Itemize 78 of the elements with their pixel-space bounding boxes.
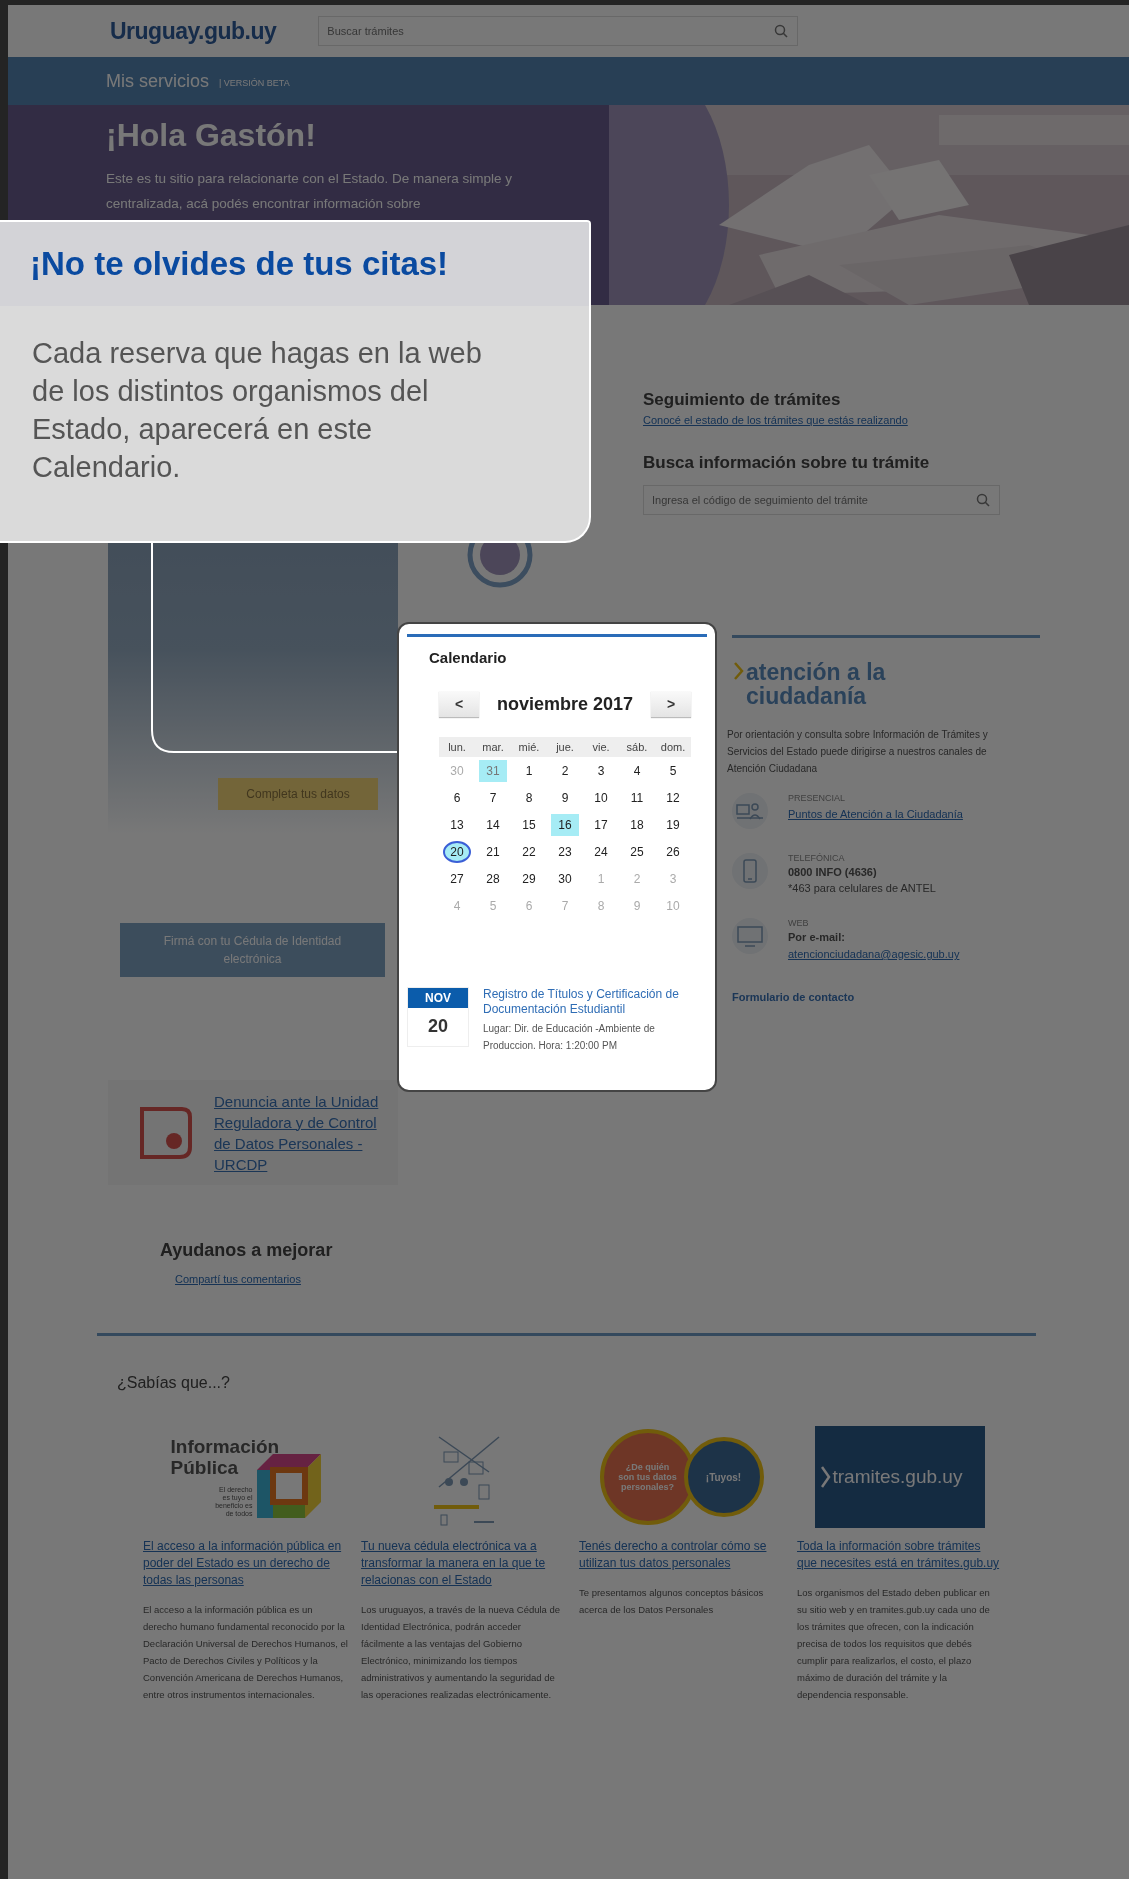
- cube-icon: [256, 1454, 321, 1518]
- calendar-day[interactable]: 16: [551, 813, 579, 836]
- calendar-day[interactable]: 20: [443, 840, 471, 863]
- logo-text: tramites.gub.uy: [832, 1466, 963, 1488]
- answer-bubble: ¡Tuyos!: [683, 1437, 764, 1517]
- calendar-day[interactable]: 17: [587, 813, 615, 836]
- article-text: Los organismos del Estado deben publicar en su sitio web y en tramites.gub.uy cada uno de los trámites que ofrecen, con la indicación precisa de todos los requisitos que debés cumplir para realizarlos, el costo, el plazo máximo de duración del trámite y la dependencia responsable.: [797, 1586, 991, 1702]
- calendar-day[interactable]: 2: [551, 759, 579, 782]
- article-text: Te presentamos algunos conceptos básicos acerca de los Datos Personales: [579, 1586, 765, 1617]
- calendar-day[interactable]: 25: [623, 840, 651, 863]
- appointment-link[interactable]: Registro de Títulos y Certificación de Documentación Estudiantil: [483, 987, 707, 1017]
- calendar-day[interactable]: 4: [623, 759, 651, 782]
- tracking-search-field[interactable]: Ingresa el código de seguimiento del trámite: [643, 485, 1000, 515]
- calendar-day[interactable]: 19: [659, 813, 687, 836]
- calendar-day[interactable]: 11: [623, 786, 651, 809]
- calendar-day[interactable]: 3: [587, 759, 615, 782]
- calendar-day[interactable]: 30: [551, 867, 579, 890]
- chevron-icon: [734, 662, 744, 680]
- calendar-day[interactable]: 10: [587, 786, 615, 809]
- previous-month-button[interactable]: <: [439, 691, 479, 717]
- calendar-day[interactable]: 21: [479, 840, 507, 863]
- calendar-day[interactable]: 8: [515, 786, 543, 809]
- weekday-label: lun.: [439, 737, 475, 757]
- channel-value: 0800 INFO (4636): [788, 866, 878, 878]
- calendar-day[interactable]: 29: [515, 867, 543, 890]
- calendar-day[interactable]: 26: [659, 840, 687, 863]
- version-label: | VERSIÓN BETA: [219, 78, 290, 88]
- calendar-day[interactable]: 6: [443, 786, 471, 809]
- greeting-title: ¡Hola Gastón!: [106, 117, 317, 154]
- next-month-button[interactable]: >: [651, 691, 691, 717]
- calendar-day[interactable]: 28: [479, 867, 507, 890]
- monitor-icon: [732, 918, 768, 954]
- tooltip-text: Cada reserva que hagas en la web de los distintos organismos del Estado, aparecerá en este Calendario.: [32, 336, 483, 485]
- calendar-title: Calendario: [407, 634, 707, 666]
- intro-text: Este es tu sitio para relacionarte con el Estado. De manera simple y centralizada, acá podés encontrar información sobre: [106, 170, 513, 213]
- article-text: Los uruguayos, a través de la nueva Cédula de Identidad Electrónica, podrán acceder fácilmente a las ventajas del Gobierno Electrónico, minimizando los tiempos administrativos y aumentando la seguridad de las operaciones realizadas electrónicamente.: [361, 1603, 562, 1702]
- attention-text: Por orientación y consulta sobre Información de Trámites y Servicios del Estado puede dirigirse a nuestros canales de Atención Ciudadana: [727, 728, 989, 776]
- chevron-icon: [820, 1466, 831, 1488]
- calendar-day[interactable]: 18: [623, 813, 651, 836]
- search-title: Busca información sobre tu trámite: [643, 453, 931, 473]
- appointment-detail: Lugar: Dir. de Educación -Ambiente de Produccion. Hora: 1:20:00 PM: [483, 1022, 656, 1053]
- calendar-day[interactable]: 9: [551, 786, 579, 809]
- attention-title: atención a la ciudadanía: [746, 660, 887, 708]
- people-icon: [732, 793, 768, 829]
- logo-title: Información Pública: [170, 1436, 281, 1478]
- date-day: 20: [408, 1008, 468, 1044]
- tooltip-title: ¡No te olvides de tus citas!: [30, 245, 449, 283]
- weekday-label: dom.: [655, 737, 691, 757]
- calendar-day[interactable]: 23: [551, 840, 579, 863]
- feedback-title: Ayudanos a mejorar: [160, 1240, 334, 1261]
- weekday-label: mié.: [511, 737, 547, 757]
- calendar-day[interactable]: 5: [659, 759, 687, 782]
- weekday-label: mar.: [475, 737, 511, 757]
- document-icon: [138, 1104, 194, 1161]
- calendar-day[interactable]: 7: [479, 786, 507, 809]
- calendar-day[interactable]: 15: [515, 813, 543, 836]
- calendar-day[interactable]: 1: [515, 759, 543, 782]
- section-title: ¿Sabías que...?: [117, 1374, 231, 1392]
- tracking-title: Seguimiento de trámites: [643, 390, 842, 410]
- channel-value: Por e-mail:: [788, 931, 846, 943]
- calendar-day[interactable]: 12: [659, 786, 687, 809]
- calendar-day[interactable]: 22: [515, 840, 543, 863]
- calendar-day[interactable]: 13: [443, 813, 471, 836]
- channel-note: *463 para celulares de ANTEL: [788, 882, 937, 894]
- article-text: El acceso a la información pública es un derecho humano fundamental reconocido por la Declaración Universal de Derechos Humanos, el Pacto de Derechos Civiles y Políticos y la Convención Americana de Derechos Humanos, entre otros instrumentos internacionales.: [143, 1603, 348, 1702]
- calendar-day[interactable]: 24: [587, 840, 615, 863]
- date-month: NOV: [408, 988, 468, 1008]
- weekday-label: jue.: [547, 737, 583, 757]
- search-icon: [774, 24, 789, 38]
- phone-icon: [732, 853, 768, 889]
- calendar-day[interactable]: 27: [443, 867, 471, 890]
- weekday-label: sáb.: [619, 737, 655, 757]
- search-field[interactable]: Buscar trámites: [318, 16, 799, 46]
- search-icon: [976, 493, 990, 507]
- month-label: noviembre 2017: [496, 693, 634, 715]
- service-title: Mis servicios: [106, 70, 209, 92]
- weekday-label: vie.: [583, 737, 619, 757]
- calendar-day[interactable]: 14: [479, 813, 507, 836]
